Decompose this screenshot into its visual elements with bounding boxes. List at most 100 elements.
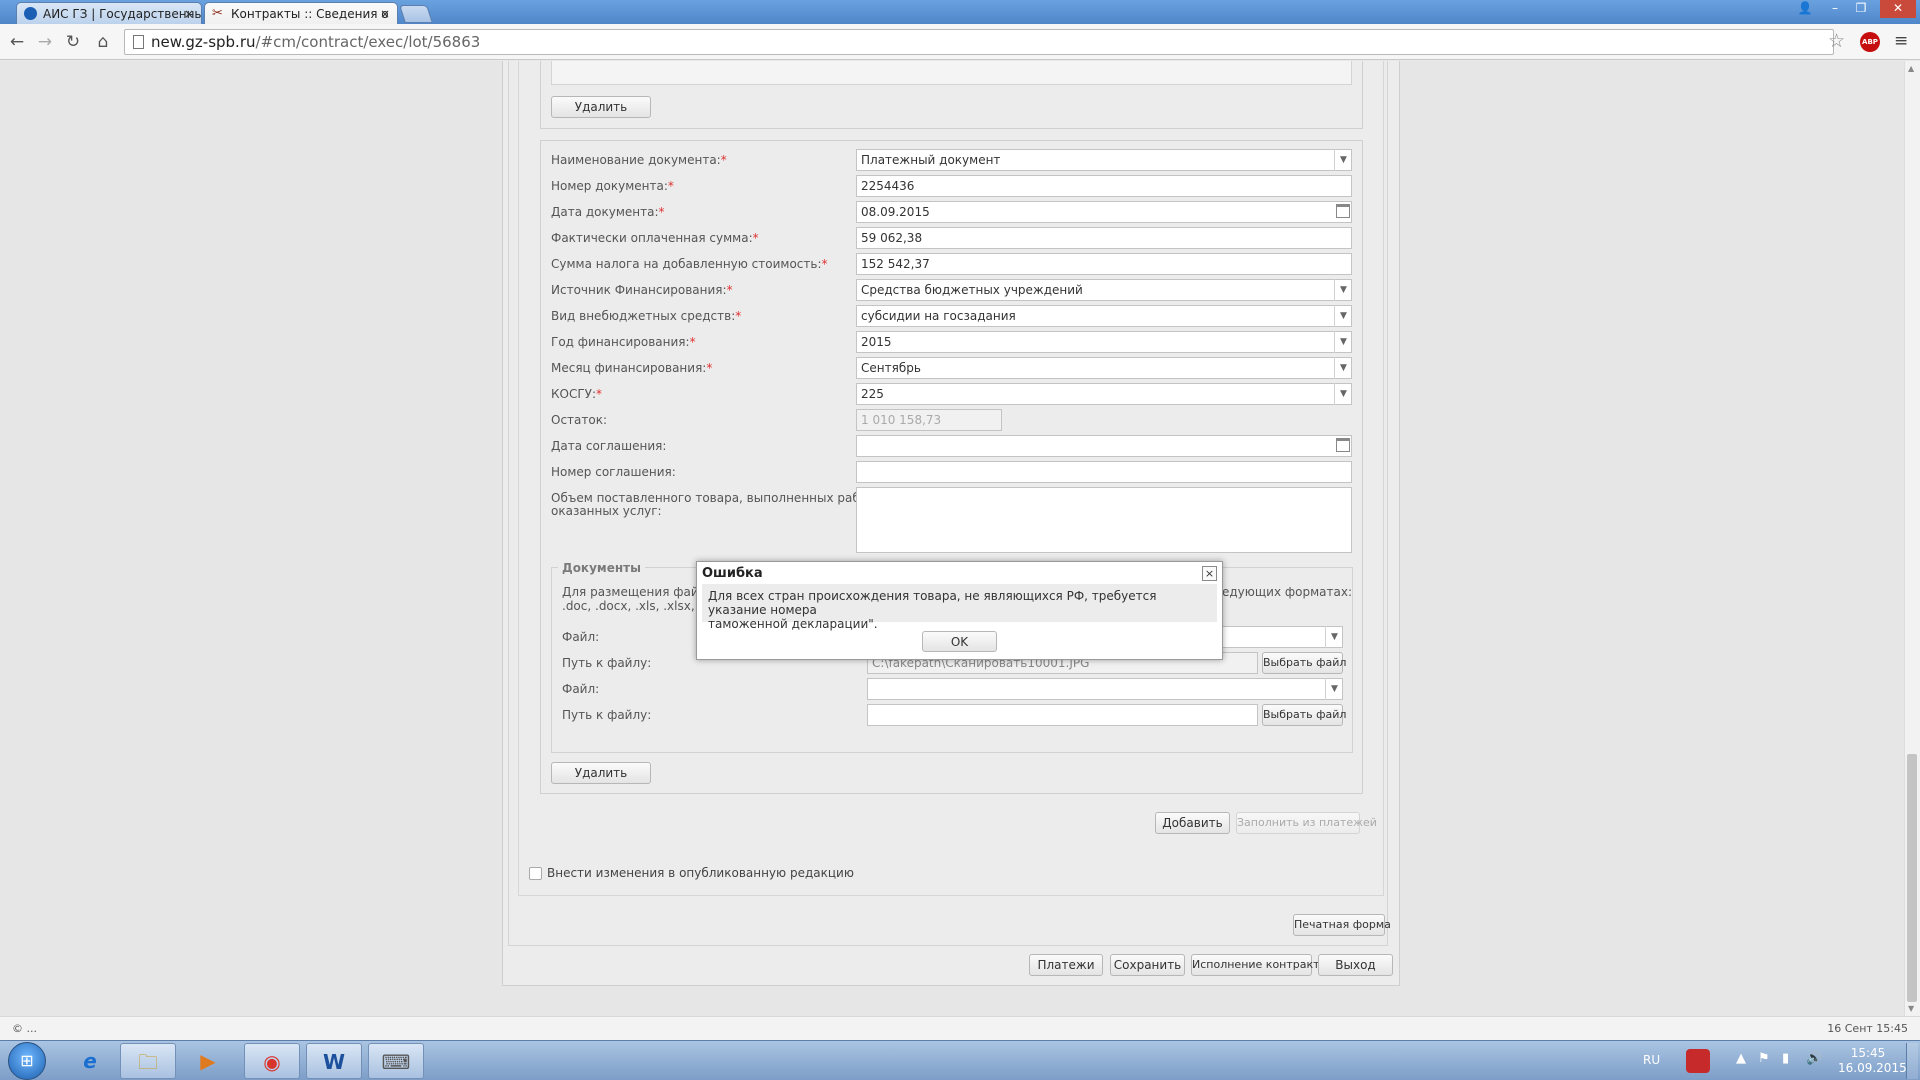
publish-changes-checkbox[interactable] [529,867,542,880]
offbudget-type-select[interactable]: субсидии на госзадания ▼ [856,305,1352,327]
internet-explorer-icon[interactable]: e [62,1043,118,1079]
status-datetime: 16 Сент 15:45 [1827,1022,1908,1035]
minimize-button[interactable]: – [1822,0,1848,18]
delete-button-top[interactable]: Удалить [551,96,651,118]
documents-legend: Документы [558,561,645,575]
page-viewport: Удалить Наименование документа:* Платежн… [0,61,1904,1016]
tray-expand-icon[interactable]: ▲ [1736,1051,1746,1066]
funding-year-select[interactable]: 2015 ▼ [856,331,1352,353]
keyboard-app-icon[interactable]: ⌨ [368,1043,424,1079]
error-dialog: Ошибка × Для всех стран происхождения то… [696,561,1223,660]
publish-changes-label: Внести изменения в опубликованную редакц… [547,866,854,880]
maximize-button[interactable]: ❐ [1848,0,1874,18]
label-funding-source: Источник Финансирования:* [551,283,733,297]
chevron-down-icon[interactable]: ▼ [1334,149,1352,171]
label-kosgu: КОСГУ:* [551,387,603,401]
doc-date-input[interactable]: 08.09.2015 [856,201,1352,223]
chevron-down-icon[interactable]: ▼ [1334,279,1352,301]
label-volume: Объем поставленного товара, выполненных … [551,491,878,505]
url-text: new.gz-spb.ru/#cm/contract/exec/lot/5686… [151,33,481,51]
chrome-icon[interactable]: ◉ [244,1043,300,1079]
delete-button[interactable]: Удалить [551,762,651,784]
calendar-icon[interactable] [1336,204,1350,218]
media-player-icon[interactable]: ▶ [180,1043,236,1079]
file-type-select-2[interactable]: ▼ [867,678,1343,700]
language-indicator[interactable]: RU [1643,1053,1660,1067]
menu-icon[interactable]: ≡ [1894,31,1908,51]
doc-name-select[interactable]: Платежный документ ▼ [856,149,1352,171]
label-path-1: Путь к файлу: [562,656,652,670]
label-agreement-number: Номер соглашения: [551,465,676,479]
windows-taskbar: ⊞ e 🗀 ▶ ◉ W ⌨ RU ▲ ⚑ ▮ 🔊 15:45 16.09.201… [0,1040,1920,1080]
funding-month-select[interactable]: Сентябрь ▼ [856,357,1352,379]
close-window-button[interactable]: ✕ [1880,0,1916,18]
new-tab-button[interactable] [399,5,433,23]
agreement-date-input[interactable] [856,435,1352,457]
reload-button[interactable]: ↻ [62,31,84,53]
dialog-title: Ошибка [702,566,763,581]
word-icon[interactable]: W [306,1043,362,1079]
payments-button[interactable]: Платежи [1029,954,1103,976]
volume-icon[interactable]: 🔊 [1806,1051,1822,1066]
contract-execution-button[interactable]: Исполнение контракта [1191,954,1326,976]
volume-textarea[interactable] [856,487,1352,553]
show-desktop-button[interactable] [1906,1043,1918,1079]
print-form-button[interactable]: Печатная форма [1293,914,1391,936]
chevron-down-icon[interactable]: ▼ [1334,331,1352,353]
clock[interactable]: 15:45 16.09.2015 [1838,1046,1907,1076]
forward-button[interactable]: → [34,31,56,53]
close-icon[interactable]: × [1202,566,1217,581]
add-button[interactable]: Добавить [1155,812,1230,834]
chevron-down-icon[interactable]: ▼ [1334,305,1352,327]
chevron-down-icon[interactable]: ▼ [1334,383,1352,405]
agreement-number-input[interactable] [856,461,1352,483]
home-button[interactable]: ⌂ [92,31,114,53]
file-path-input-2[interactable] [867,704,1258,726]
bookmark-star-icon[interactable]: ☆ [1828,30,1845,52]
scrollbar-thumb[interactable] [1907,754,1917,1002]
address-bar[interactable]: new.gz-spb.ru/#cm/contract/exec/lot/5686… [124,29,1834,55]
adblock-icon[interactable]: ABP [1860,32,1880,52]
scroll-up-icon[interactable]: ▲ [1908,64,1914,73]
tab-close-icon[interactable]: × [184,3,194,24]
action-center-icon[interactable]: ⚑ [1758,1051,1770,1066]
fill-from-payments-button[interactable]: Заполнить из платежей [1236,812,1377,834]
chevron-down-icon[interactable]: ▼ [1325,678,1343,700]
label-volume-cont: оказанных услуг: [551,504,662,518]
previous-textarea[interactable] [551,61,1352,85]
exit-button[interactable]: Выход [1318,954,1393,976]
status-bar: © ... 16 Сент 15:45 [0,1016,1920,1040]
balance-field: 1 010 158,73 [856,409,1002,431]
tab-ais-gz[interactable]: АИС ГЗ | Государственны × [16,2,202,24]
chevron-down-icon[interactable]: ▼ [1325,626,1343,648]
label-path-2: Путь к файлу: [562,708,652,722]
windows-start-icon[interactable]: ⊞ [8,1042,46,1080]
user-icon[interactable]: 👤 [1792,0,1818,18]
calendar-icon[interactable] [1336,438,1350,452]
funding-source-select[interactable]: Средства бюджетных учреждений ▼ [856,279,1352,301]
label-offbudget-type: Вид внебюджетных средств:* [551,309,742,323]
label-agreement-date: Дата соглашения: [551,439,667,453]
ok-button[interactable]: OK [922,631,997,652]
tab-contracts[interactable]: ✂ Контракты :: Сведения о × [204,2,398,24]
scroll-down-icon[interactable]: ▼ [1908,1004,1914,1013]
chevron-down-icon[interactable]: ▼ [1334,357,1352,379]
choose-file-button-1[interactable]: Выбрать файл [1262,652,1346,674]
tab-close-icon[interactable]: × [380,3,390,24]
file-explorer-icon[interactable]: 🗀 [120,1043,176,1079]
doc-number-input[interactable]: 2254436 [856,175,1352,197]
dialog-message: Для всех стран происхождения товара, не … [702,584,1217,631]
security-alert-icon[interactable] [1686,1049,1710,1073]
label-doc-date: Дата документа:* [551,205,665,219]
choose-file-button-2[interactable]: Выбрать файл [1262,704,1346,726]
save-button[interactable]: Сохранить [1110,954,1185,976]
label-funding-year: Год финансирования:* [551,335,696,349]
page-icon [133,35,144,49]
paid-sum-input[interactable]: 59 062,38 [856,227,1352,249]
label-file-2: Файл: [562,682,600,696]
kosgu-select[interactable]: 225 ▼ [856,383,1352,405]
back-button[interactable]: ← [6,31,28,53]
network-icon[interactable]: ▮ [1782,1051,1789,1066]
vat-sum-input[interactable]: 152 542,37 [856,253,1352,275]
status-left: © ... [12,1022,37,1035]
